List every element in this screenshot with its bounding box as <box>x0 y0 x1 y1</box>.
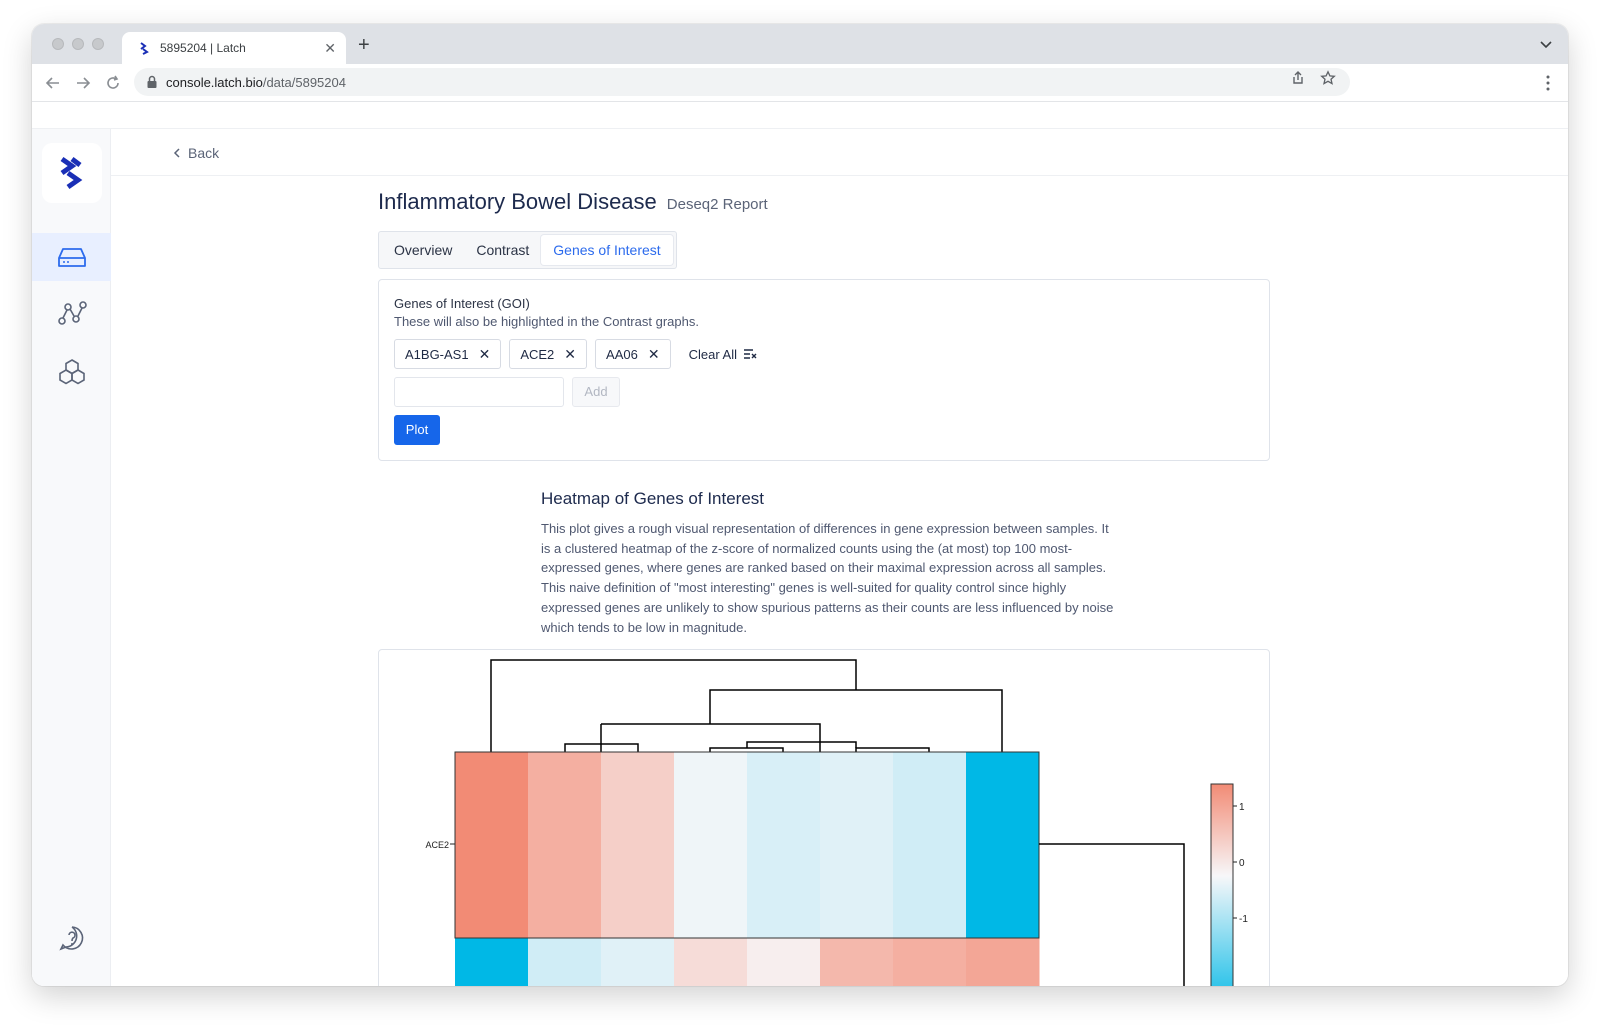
goi-heading: Genes of Interest (GOI) <box>394 296 530 311</box>
latch-logo[interactable] <box>42 143 102 203</box>
help-chat-icon <box>58 926 83 951</box>
window-close-dot[interactable] <box>52 38 64 50</box>
heatmap-title: Heatmap of Genes of Interest <box>541 489 765 508</box>
gene-chip: A1BG-AS1 ✕ <box>394 339 502 369</box>
browser-window: 5895204 | Latch ✕ + console.latch.bio/da… <box>32 24 1568 986</box>
browser-tab[interactable]: 5895204 | Latch ✕ <box>122 32 346 64</box>
gene-chip: AA06 ✕ <box>595 339 671 369</box>
heatmap-chart: ACE2 1 0 -1 <box>425 659 1248 986</box>
gene-chip: ACE2 ✕ <box>509 339 588 369</box>
heatmap-cell <box>601 938 675 986</box>
latch-logo-icon <box>60 156 83 190</box>
heatmap-cell <box>455 938 529 986</box>
tab-close-icon[interactable]: ✕ <box>324 40 336 57</box>
goi-description: These will also be highlighted in the Co… <box>394 314 699 329</box>
heatmap-cell <box>528 938 602 986</box>
gene-chip-label: AA06 <box>606 346 638 362</box>
colorbar-tick-label: 0 <box>1239 858 1245 869</box>
sidebar-item-workflows[interactable] <box>32 289 111 337</box>
url-host: console.latch.bio <box>166 74 263 90</box>
report-tabs: Overview Contrast Genes of Interest <box>378 231 677 269</box>
sidebar-item-data[interactable] <box>32 233 111 281</box>
clear-list-icon <box>744 349 757 359</box>
page-title: Inflammatory Bowel Disease Deseq2 Report <box>378 189 768 215</box>
plot-button[interactable]: Plot <box>394 415 440 445</box>
sidebar <box>32 129 111 986</box>
reload-icon[interactable] <box>104 74 122 92</box>
tab-title: 5895204 | Latch <box>160 41 246 55</box>
heatmap-description: This plot gives a rough visual represent… <box>541 521 1114 635</box>
goi-panel: Genes of Interest (GOI) These will also … <box>378 279 1270 461</box>
heatmap-cell <box>528 752 602 938</box>
workflow-nodes-icon <box>57 301 87 325</box>
remove-chip-icon[interactable]: ✕ <box>648 346 660 363</box>
heatmap-cell <box>674 752 748 938</box>
new-tab-button[interactable]: + <box>358 34 370 57</box>
colorbar-ticks: 1 0 -1 <box>1233 802 1248 925</box>
report-subtitle: Deseq2 Report <box>666 196 768 213</box>
row-dendrogram <box>1039 843 1185 986</box>
latch-app: Back Inflammatory Bowel Disease Deseq2 R… <box>32 128 1568 986</box>
clear-all-button[interactable]: Clear All <box>689 347 757 362</box>
latch-favicon-icon <box>140 42 149 55</box>
heatmap-cell <box>893 938 967 986</box>
heatmap-cell <box>820 938 894 986</box>
tab-contrast[interactable]: Contrast <box>464 235 541 265</box>
tab-overview[interactable]: Overview <box>382 235 464 265</box>
remove-chip-icon[interactable]: ✕ <box>564 346 576 363</box>
heatmap-cell <box>966 752 1040 938</box>
chevron-left-icon <box>173 148 180 158</box>
browser-tabstrip: 5895204 | Latch ✕ + <box>32 24 1568 64</box>
clear-all-label: Clear All <box>688 346 737 362</box>
heatmap-cell <box>966 938 1040 986</box>
share-icon[interactable] <box>1290 70 1306 86</box>
goi-chip-list: A1BG-AS1 ✕ ACE2 ✕ AA06 ✕ Clear All <box>394 339 1254 369</box>
row-label: ACE2 <box>425 840 449 850</box>
report-title: Inflammatory Bowel Disease <box>378 189 657 214</box>
browser-menu-icon[interactable] <box>1546 74 1550 92</box>
forward-arrow-icon[interactable] <box>74 74 92 92</box>
url-path: /data/5895204 <box>262 74 346 90</box>
back-link[interactable]: Back <box>172 145 219 161</box>
row-label-ace2: ACE2 <box>425 840 455 850</box>
heatmap-cell <box>455 752 529 938</box>
tab-search-chevron-icon[interactable] <box>1538 36 1554 52</box>
gene-chip-label: ACE2 <box>520 346 555 362</box>
sidebar-item-registry[interactable] <box>32 347 111 395</box>
tab-genes-of-interest[interactable]: Genes of Interest <box>541 235 673 265</box>
lock-icon <box>147 75 157 88</box>
header-divider <box>111 175 1568 176</box>
help-button[interactable] <box>32 918 111 958</box>
remove-chip-icon[interactable]: ✕ <box>479 346 491 363</box>
heatmap-cells <box>455 752 1040 986</box>
colorbar-tick-label: 1 <box>1239 802 1245 813</box>
address-bar[interactable]: console.latch.bio/data/5895204 <box>134 68 1350 96</box>
gene-chip-label: A1BG-AS1 <box>405 346 469 362</box>
heatmap-plot-card: ACE2 1 0 -1 <box>378 649 1270 986</box>
back-label: Back <box>188 145 220 161</box>
heatmap-cell <box>820 752 894 938</box>
back-arrow-icon[interactable] <box>44 74 62 92</box>
hexagon-cluster-icon <box>58 359 85 385</box>
colorbar <box>1210 783 1234 986</box>
gene-input[interactable] <box>394 377 564 407</box>
heatmap-cell <box>747 752 821 938</box>
heatmap-cell <box>674 938 748 986</box>
column-dendrogram <box>490 659 1003 752</box>
colorbar-tick-label: -1 <box>1239 914 1248 925</box>
add-gene-row: Add <box>394 377 1254 407</box>
window-minimize-dot[interactable] <box>72 38 84 50</box>
add-gene-button[interactable]: Add <box>572 377 620 407</box>
drive-icon <box>57 248 86 267</box>
bookmark-star-icon[interactable] <box>1320 70 1336 86</box>
heatmap-cell <box>893 752 967 938</box>
heatmap-cell <box>747 938 821 986</box>
heatmap-cell <box>601 752 675 938</box>
window-zoom-dot[interactable] <box>92 38 104 50</box>
browser-toolbar: console.latch.bio/data/5895204 <box>32 64 1568 102</box>
